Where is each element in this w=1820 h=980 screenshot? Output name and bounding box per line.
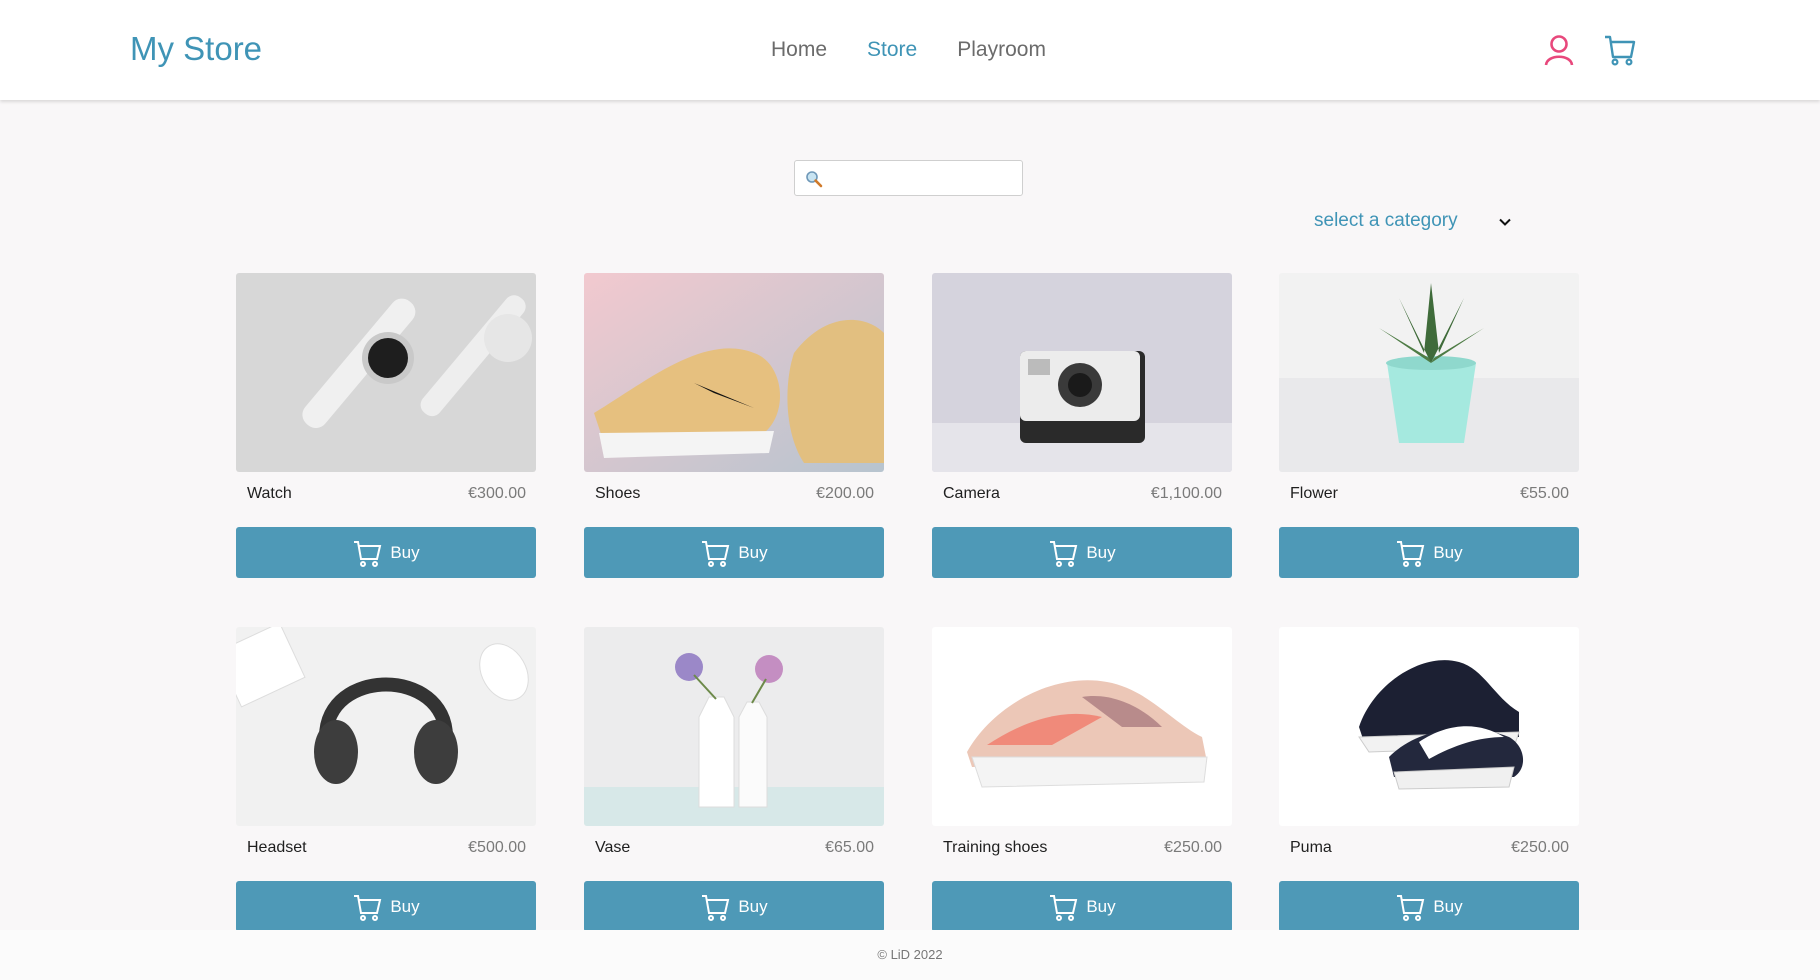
watch-photo <box>236 273 536 472</box>
buy-button-label: Buy <box>1086 542 1116 562</box>
footer: © LiD 2022 <box>0 930 1820 980</box>
user-icon[interactable] <box>1542 33 1576 67</box>
product-image-watch[interactable] <box>236 273 536 472</box>
product-price: €500.00 <box>468 839 526 856</box>
buy-button[interactable]: Buy <box>1279 881 1579 932</box>
main-nav: Home Store Playroom <box>771 38 1046 62</box>
product-price: €65.00 <box>825 839 874 856</box>
product-name: Training shoes <box>943 839 1048 856</box>
nav-home[interactable]: Home <box>771 38 827 62</box>
buy-button[interactable]: Buy <box>1279 527 1579 578</box>
product-price: €300.00 <box>468 485 526 502</box>
buy-button[interactable]: Buy <box>236 527 536 578</box>
product-name: Vase <box>595 839 631 856</box>
nav-playroom[interactable]: Playroom <box>957 38 1046 62</box>
buy-button-label: Buy <box>738 896 768 916</box>
cart-icon <box>1050 894 1078 921</box>
buy-button-label: Buy <box>390 896 420 916</box>
search-input[interactable] <box>829 165 1015 191</box>
buy-button-label: Buy <box>738 542 768 562</box>
product-image-puma[interactable] <box>1279 627 1579 826</box>
chevron-down-icon <box>1499 218 1511 226</box>
search-box <box>794 160 1023 196</box>
product-name: Headset <box>247 839 307 856</box>
product-name: Camera <box>943 485 1000 502</box>
product-price: €250.00 <box>1511 839 1569 856</box>
cart-icon <box>1050 540 1078 567</box>
product-price: €55.00 <box>1520 485 1569 502</box>
product-image-camera[interactable] <box>932 273 1232 472</box>
buy-button-label: Buy <box>390 542 420 562</box>
cart-icon <box>354 894 382 921</box>
category-select-label: select a category <box>1314 210 1458 231</box>
cart-icon[interactable] <box>1603 33 1637 67</box>
buy-button-label: Buy <box>1433 542 1463 562</box>
headset-photo <box>236 627 536 826</box>
buy-button[interactable]: Buy <box>584 881 884 932</box>
training-shoes-photo <box>932 627 1232 826</box>
cart-icon <box>702 894 730 921</box>
cart-icon <box>1397 894 1425 921</box>
buy-button-label: Buy <box>1433 896 1463 916</box>
buy-button[interactable]: Buy <box>584 527 884 578</box>
product-image-training-shoes[interactable] <box>932 627 1232 826</box>
flower-photo <box>1279 273 1579 472</box>
puma-photo <box>1279 627 1579 826</box>
camera-photo <box>932 273 1232 472</box>
shoes-photo <box>584 273 884 472</box>
product-price: €200.00 <box>816 485 874 502</box>
category-select[interactable]: select a category <box>1302 201 1536 239</box>
footer-copyright: © LiD 2022 <box>877 947 943 962</box>
product-name: Flower <box>1290 485 1339 502</box>
product-price: €1,100.00 <box>1150 485 1222 502</box>
product-image-vase[interactable] <box>584 627 884 826</box>
product-image-shoes[interactable] <box>584 273 884 472</box>
product-name: Watch <box>247 485 292 502</box>
buy-button[interactable]: Buy <box>932 881 1232 932</box>
product-image-headset[interactable] <box>236 627 536 826</box>
product-price: €250.00 <box>1164 839 1222 856</box>
cart-icon <box>702 540 730 567</box>
cart-icon <box>1397 540 1425 567</box>
product-image-flower[interactable] <box>1279 273 1579 472</box>
search-icon <box>806 171 823 188</box>
buy-button-label: Buy <box>1086 896 1116 916</box>
brand-logo[interactable]: My Store <box>130 30 262 68</box>
product-name: Puma <box>1290 839 1332 856</box>
product-name: Shoes <box>595 485 641 502</box>
vase-photo <box>584 627 884 826</box>
buy-button[interactable]: Buy <box>932 527 1232 578</box>
top-navbar: My Store Home Store Playroom <box>0 0 1820 100</box>
nav-store[interactable]: Store <box>867 38 917 62</box>
cart-icon <box>354 540 382 567</box>
buy-button[interactable]: Buy <box>236 881 536 932</box>
